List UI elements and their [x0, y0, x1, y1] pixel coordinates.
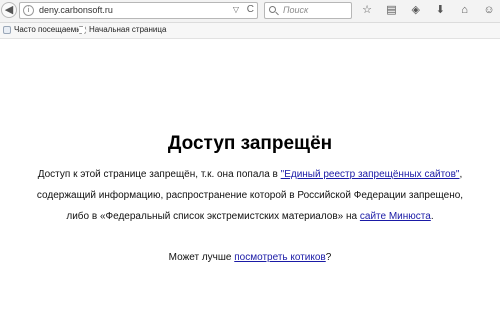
bookmarks-bar: Часто посещаемые Начальная страница: [0, 23, 500, 39]
navigation-toolbar: ◀ i deny.carbonsoft.ru ▽ C Поиск ☆ ▤ ◈ ⬇…: [0, 0, 500, 23]
page-content: Доступ запрещён Доступ к этой странице з…: [0, 39, 500, 323]
home-icon[interactable]: ⌂: [458, 3, 472, 17]
chevron-down-icon[interactable]: ▽: [233, 5, 239, 14]
message-text: либо в «Федеральный список экстремистски…: [66, 211, 360, 222]
download-icon[interactable]: ⬇: [433, 3, 447, 17]
page-title: Доступ запрещён: [167, 133, 333, 154]
reload-icon[interactable]: C: [247, 4, 254, 15]
message-line-1: Доступ к этой странице запрещён, т.к. он…: [0, 169, 500, 180]
star-icon[interactable]: ☆: [360, 3, 374, 17]
search-placeholder[interactable]: Поиск: [283, 5, 308, 15]
ministry-link[interactable]: сайте Минюста: [360, 211, 431, 222]
cats-line: Может лучше посмотреть котиков?: [0, 252, 500, 263]
message-text: .: [430, 211, 434, 222]
search-icon: [269, 6, 276, 13]
back-button[interactable]: ◀: [1, 2, 17, 18]
chat-icon[interactable]: ☺: [482, 3, 496, 17]
registry-link[interactable]: "Единый реестр запрещённых сайтов": [281, 169, 460, 180]
message-text: Доступ к этой странице запрещён, т.к. он…: [37, 169, 281, 180]
message-text: Может лучше: [168, 252, 235, 263]
url-bar[interactable]: i deny.carbonsoft.ru ▽ C: [19, 2, 258, 19]
bookmark-home-page[interactable]: Начальная страница: [78, 25, 166, 34]
clipboard-icon[interactable]: ▤: [384, 3, 398, 17]
message-line-3: либо в «Федеральный список экстремистски…: [0, 211, 500, 222]
toolbar-icons: ☆ ▤ ◈ ⬇ ⌂ ☺: [360, 3, 500, 19]
bookmark-label: Начальная страница: [89, 25, 167, 34]
pocket-icon[interactable]: ◈: [409, 3, 423, 17]
site-info-icon[interactable]: i: [23, 5, 34, 16]
bookmark-most-visited[interactable]: Часто посещаемые: [3, 25, 86, 34]
bookmark-label: Часто посещаемые: [14, 25, 87, 34]
url-text[interactable]: deny.carbonsoft.ru: [39, 5, 113, 15]
cats-link[interactable]: посмотреть котиков: [234, 252, 326, 263]
message-line-2: содержащий информацию, распространение к…: [36, 190, 464, 201]
message-text: ?: [325, 252, 332, 263]
page-icon: [78, 25, 86, 34]
message-text: ,: [459, 169, 463, 180]
search-bar[interactable]: Поиск: [264, 2, 352, 19]
folder-icon: [3, 25, 11, 34]
